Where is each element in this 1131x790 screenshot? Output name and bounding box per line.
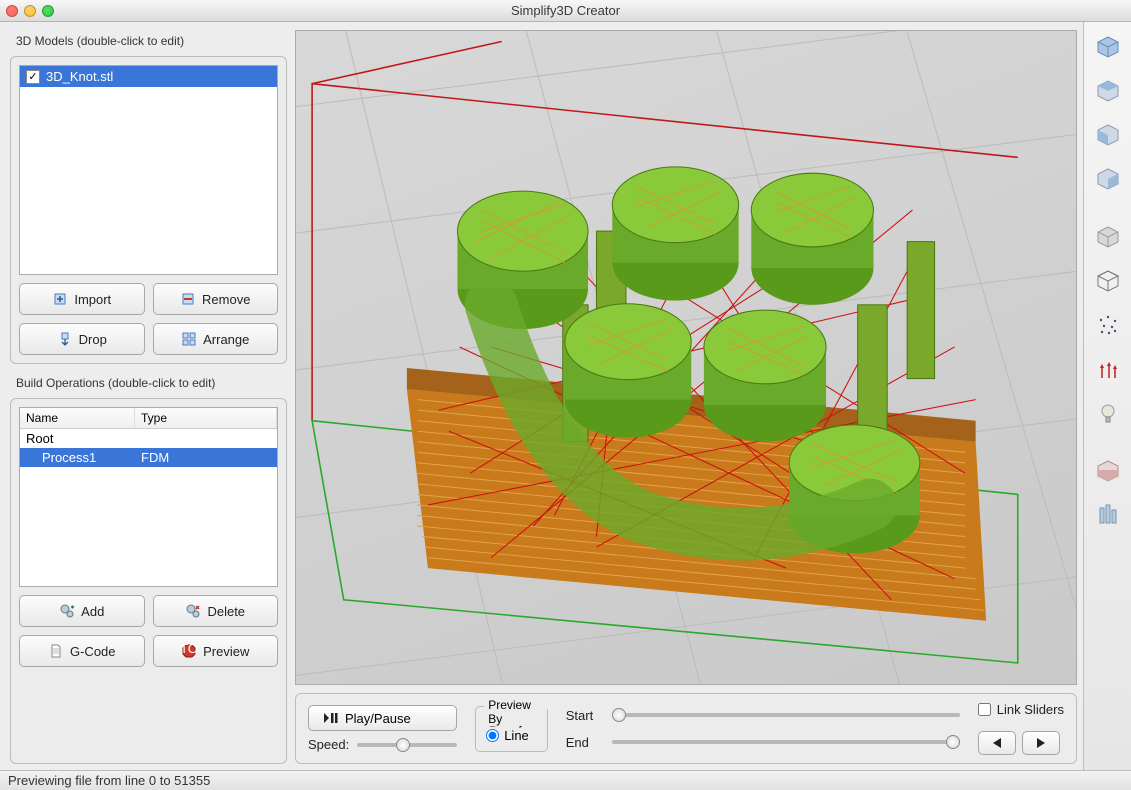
stop-icon: STOP (181, 643, 197, 659)
preview-button[interactable]: STOP Preview (153, 635, 279, 667)
play-pause-icon (323, 712, 339, 724)
end-label: End (566, 735, 602, 750)
remove-label: Remove (202, 292, 250, 307)
speed-label: Speed: (308, 737, 349, 752)
models-label: 3D Models (double-click to edit) (10, 34, 287, 48)
preview-by-group: Preview By Layer Line (475, 706, 548, 752)
titlebar: Simplify3D Creator (0, 0, 1131, 22)
link-sliders-checkbox[interactable] (978, 703, 991, 716)
link-sliders-label: Link Sliders (997, 702, 1064, 717)
step-back-button[interactable] (978, 731, 1016, 755)
lighting-icon[interactable] (1089, 394, 1127, 432)
view-top-icon[interactable] (1089, 72, 1127, 110)
remove-button[interactable]: Remove (153, 283, 279, 315)
cell-name: Root (20, 429, 135, 448)
col-type[interactable]: Type (135, 408, 277, 428)
delete-label: Delete (207, 604, 245, 619)
view-front-icon[interactable] (1089, 116, 1127, 154)
points-icon[interactable] (1089, 306, 1127, 344)
normals-icon[interactable] (1089, 350, 1127, 388)
window-title: Simplify3D Creator (0, 3, 1131, 18)
crosssection-icon[interactable] (1089, 452, 1127, 490)
status-text: Previewing file from line 0 to 51355 (8, 773, 210, 788)
center-panel: Play/Pause Speed: Preview By Layer Line (295, 22, 1083, 770)
drop-icon (57, 331, 73, 347)
operations-panel: Name Type Root Process1 FDM (10, 398, 287, 764)
gears-add-icon (59, 603, 75, 619)
table-row[interactable]: Process1 FDM (20, 448, 277, 467)
import-icon (52, 291, 68, 307)
import-label: Import (74, 292, 111, 307)
remove-icon (180, 291, 196, 307)
cell-name: Process1 (20, 448, 135, 467)
col-name[interactable]: Name (20, 408, 135, 428)
link-sliders-row[interactable]: Link Sliders (978, 702, 1064, 717)
drop-label: Drop (79, 332, 107, 347)
arrange-button[interactable]: Arrange (153, 323, 279, 355)
right-toolbar (1083, 22, 1131, 770)
cell-type (135, 429, 277, 448)
step-forward-button[interactable] (1022, 731, 1060, 755)
gcode-button[interactable]: G-Code (19, 635, 145, 667)
separator (1089, 204, 1127, 212)
line-label: Line (504, 728, 529, 743)
start-slider[interactable] (612, 713, 960, 717)
models-panel: ✓ 3D_Knot.stl Import Remove (10, 56, 287, 364)
preview-label: Preview (203, 644, 249, 659)
table-row[interactable]: Root (20, 429, 277, 448)
line-radio[interactable] (486, 729, 499, 742)
add-button[interactable]: Add (19, 595, 145, 627)
import-button[interactable]: Import (19, 283, 145, 315)
viewport-3d[interactable] (295, 30, 1077, 685)
add-label: Add (81, 604, 104, 619)
separator (1089, 438, 1127, 446)
svg-text:STOP: STOP (181, 643, 197, 656)
checkbox-icon[interactable]: ✓ (26, 70, 40, 84)
radio-line[interactable]: Line (486, 728, 537, 743)
status-bar: Previewing file from line 0 to 51355 (0, 770, 1131, 790)
wireframe-icon[interactable] (1089, 262, 1127, 300)
end-slider[interactable] (612, 740, 960, 744)
support-icon[interactable] (1089, 496, 1127, 534)
model-name: 3D_Knot.stl (46, 69, 113, 84)
document-icon (48, 643, 64, 659)
left-panel: 3D Models (double-click to edit) ✓ 3D_Kn… (0, 22, 295, 770)
drop-button[interactable]: Drop (19, 323, 145, 355)
left-triangle-icon (991, 737, 1003, 749)
table-header: Name Type (20, 408, 277, 429)
operations-table[interactable]: Name Type Root Process1 FDM (19, 407, 278, 587)
start-label: Start (566, 708, 602, 723)
delete-button[interactable]: Delete (153, 595, 279, 627)
gcode-label: G-Code (70, 644, 116, 659)
preview-by-legend: Preview By (484, 698, 547, 726)
view-side-icon[interactable] (1089, 160, 1127, 198)
model-list-item[interactable]: ✓ 3D_Knot.stl (20, 66, 277, 87)
solid-view-icon[interactable] (1089, 218, 1127, 256)
arrange-label: Arrange (203, 332, 249, 347)
view-default-icon[interactable] (1089, 28, 1127, 66)
play-pause-button[interactable]: Play/Pause (308, 705, 457, 731)
speed-slider[interactable] (357, 743, 457, 747)
play-pause-label: Play/Pause (345, 711, 411, 726)
right-triangle-icon (1035, 737, 1047, 749)
operations-label: Build Operations (double-click to edit) (10, 376, 287, 390)
cell-type: FDM (135, 448, 277, 467)
preview-controls: Play/Pause Speed: Preview By Layer Line (295, 693, 1077, 764)
arrange-icon (181, 331, 197, 347)
gears-delete-icon (185, 603, 201, 619)
models-list[interactable]: ✓ 3D_Knot.stl (19, 65, 278, 275)
